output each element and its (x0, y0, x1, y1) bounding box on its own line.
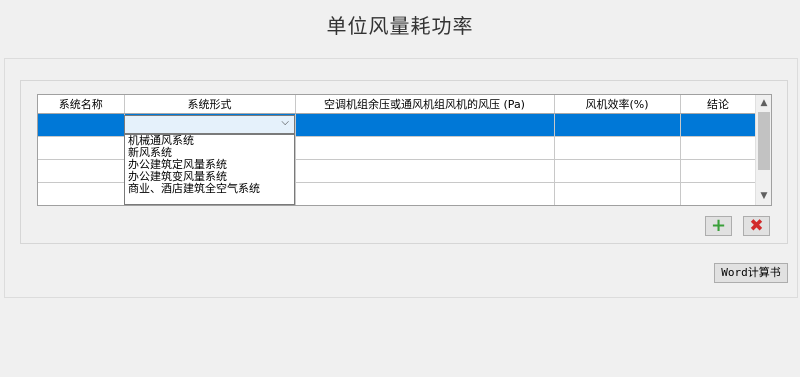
dropdown-option[interactable]: 商业、酒店建筑全空气系统 (125, 183, 294, 195)
delete-icon: ✖ (749, 216, 764, 236)
cell-system-name[interactable] (38, 182, 125, 205)
word-report-button[interactable]: Word计算书 (714, 263, 788, 283)
vertical-scrollbar[interactable]: ▲ ▼ (755, 95, 771, 205)
cell-conclusion[interactable] (680, 159, 757, 183)
delete-row-button[interactable]: ✖ (743, 216, 770, 236)
cell-system-name[interactable] (38, 136, 125, 160)
cell-conclusion[interactable] (680, 182, 757, 205)
scroll-up-icon[interactable]: ▲ (756, 95, 771, 112)
cell-fan-pressure[interactable] (295, 159, 555, 183)
cell-fan-efficiency[interactable] (554, 159, 681, 183)
add-row-button[interactable]: + (705, 216, 732, 236)
cell-fan-efficiency[interactable] (554, 113, 681, 137)
cell-system-name[interactable] (38, 159, 125, 183)
cell-fan-efficiency[interactable] (554, 182, 681, 205)
header-fan-pressure[interactable]: 空调机组余压或通风机组风机的风压 (Pa) (295, 95, 555, 114)
cell-conclusion[interactable] (680, 136, 757, 160)
scroll-thumb[interactable] (758, 112, 770, 170)
plus-icon: + (710, 215, 727, 236)
header-conclusion[interactable]: 结论 (680, 95, 757, 114)
cell-fan-pressure[interactable] (295, 182, 555, 205)
system-type-dropdown-list[interactable]: 机械通风系统 新风系统 办公建筑定风量系统 办公建筑变风量系统 商业、酒店建筑全… (124, 134, 295, 205)
cell-fan-pressure[interactable] (295, 136, 555, 160)
cell-fan-efficiency[interactable] (554, 136, 681, 160)
header-fan-efficiency[interactable]: 风机效率(%) (554, 95, 681, 114)
page-title: 单位风量耗功率 (326, 14, 474, 38)
scroll-down-icon[interactable]: ▼ (756, 188, 771, 205)
system-type-combobox[interactable]: ⌵ (124, 115, 295, 134)
cell-fan-pressure[interactable] (295, 113, 555, 137)
header-system-name[interactable]: 系统名称 (38, 95, 125, 114)
chevron-down-icon[interactable]: ⌵ (281, 117, 289, 128)
header-system-type[interactable]: 系统形式 (124, 95, 296, 114)
cell-conclusion[interactable] (680, 113, 757, 137)
cell-system-name[interactable] (38, 113, 125, 137)
